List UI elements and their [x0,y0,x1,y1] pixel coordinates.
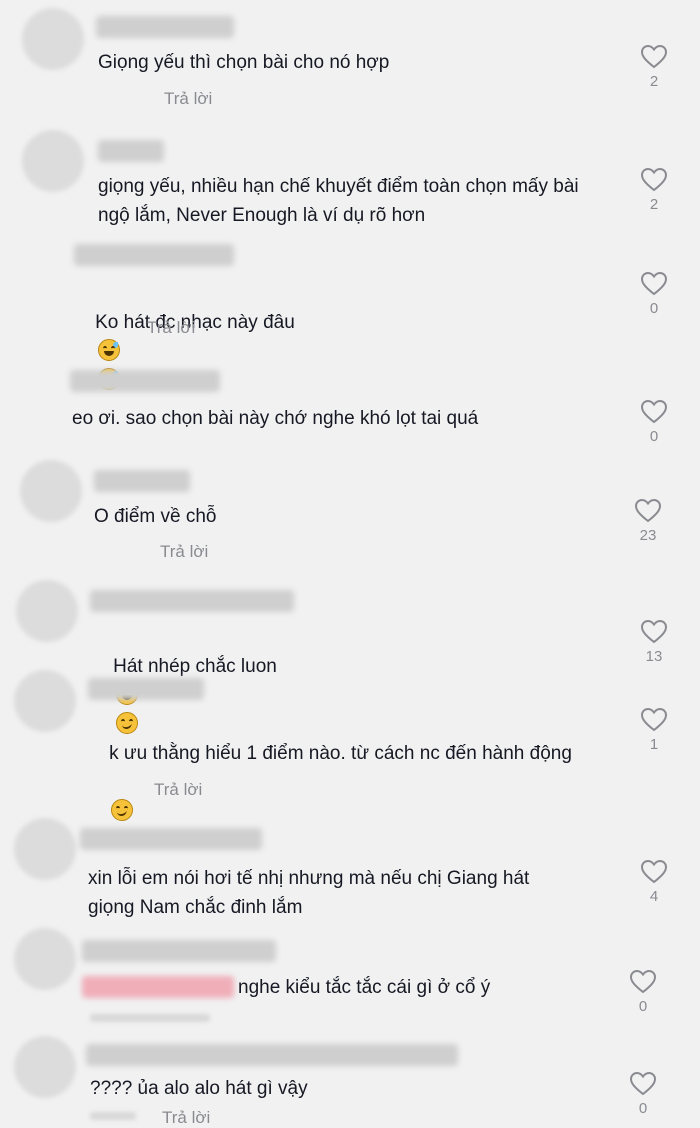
like-button[interactable]: 2 [639,168,669,213]
heart-icon[interactable] [641,708,667,732]
username-blurred[interactable] [80,828,262,850]
like-button[interactable]: 13 [639,620,669,665]
heart-icon[interactable] [630,970,656,994]
like-count: 13 [645,648,663,665]
like-count: 0 [638,1100,648,1117]
like-button[interactable]: 23 [633,499,663,544]
heart-icon[interactable] [641,45,667,69]
avatar[interactable] [14,818,76,880]
heart-icon[interactable] [641,400,667,424]
username-blurred[interactable] [74,244,234,266]
avatar[interactable] [20,460,82,522]
username-blurred[interactable] [96,16,234,38]
reply-button[interactable]: Trả lời [147,318,195,338]
like-count: 4 [649,888,659,905]
username-blurred[interactable] [88,678,204,700]
like-count: 1 [649,736,659,753]
like-button[interactable]: 0 [628,970,658,1015]
comment-text: xin lỗi em nói hơi tế nhị nhưng mà nếu c… [88,868,530,918]
heart-icon[interactable] [641,168,667,192]
comment-text: Ko hát đc nhạc này đâu [74,279,295,424]
smirk-emoji [111,799,134,821]
comment-text-content: Hát nhép chắc luon [113,656,277,677]
like-count: 2 [649,196,659,213]
like-button[interactable]: 0 [639,400,669,445]
reply-button[interactable]: Trả lời [164,89,212,109]
like-button[interactable]: 0 [639,272,669,317]
avatar[interactable] [14,670,76,732]
heart-icon[interactable] [641,620,667,644]
username-blurred[interactable] [70,370,220,392]
heart-icon[interactable] [641,272,667,296]
timestamp-blurred [90,1112,136,1120]
heart-icon[interactable] [641,860,667,884]
like-count: 0 [649,300,659,317]
comment-text: O điểm về chỗ [94,506,217,527]
like-count: 23 [639,527,657,544]
comment-text: eo ơi. sao chọn bài này chớ nghe khó lọt… [72,408,479,429]
like-button[interactable]: 2 [639,45,669,90]
like-count: 0 [649,428,659,445]
avatar[interactable] [22,130,84,192]
username-blurred[interactable] [82,940,276,962]
like-button[interactable]: 1 [639,708,669,753]
comment-text: ???? ủa alo alo hát gì vậy [90,1078,308,1099]
reply-button[interactable]: Trả lời [162,1108,210,1128]
like-count: 0 [638,998,648,1015]
like-count: 2 [649,73,659,90]
comment-text: giọng yếu, nhiều hạn chế khuyết điểm toà… [98,176,579,226]
username-blurred[interactable] [94,470,190,492]
timestamp-blurred [90,1014,210,1022]
comment-text: nghe kiểu tắc tắc cái gì ở cổ ý [238,977,491,998]
reply-button[interactable]: Trả lời [154,780,202,800]
sweat-smile-emoji [98,339,121,361]
comment-text-content: k ưu thằng hiểu 1 điểm nào. từ cách nc đ… [109,743,572,764]
like-button[interactable]: 0 [628,1072,658,1117]
username-blurred[interactable] [86,1044,458,1066]
comment-text: Giọng yếu thì chọn bài cho nó hợp [98,52,390,73]
avatar[interactable] [14,1036,76,1098]
mention-blurred[interactable] [82,976,234,998]
avatar[interactable] [22,8,84,70]
reply-button[interactable]: Trả lời [160,542,208,562]
username-blurred[interactable] [90,590,294,612]
heart-icon[interactable] [630,1072,656,1096]
username-blurred[interactable] [98,140,164,162]
avatar[interactable] [16,580,78,642]
heart-icon[interactable] [635,499,661,523]
like-button[interactable]: 4 [639,860,669,905]
avatar[interactable] [14,928,76,990]
